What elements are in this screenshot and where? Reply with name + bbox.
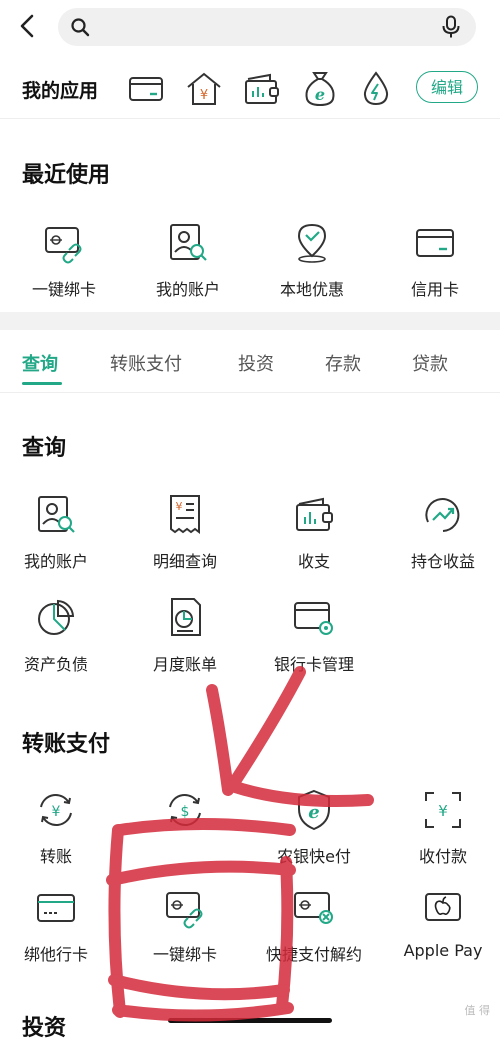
item-label: 我的账户 (155, 280, 220, 299)
recent-section-title: 最近使用 (22, 163, 111, 188)
shield-e-icon: e (298, 789, 330, 831)
svg-text:e: e (315, 85, 325, 104)
svg-text:¥: ¥ (438, 802, 448, 820)
house-yen-icon[interactable]: ¥ (184, 69, 224, 109)
scan-yen-icon: ¥ (425, 792, 461, 828)
wallet-chart-icon (296, 497, 333, 531)
card-dashed-icon (37, 894, 75, 922)
card-link-icon (45, 227, 82, 264)
dollar-cycle-icon: $ (169, 793, 201, 827)
item-label: 农银快e付 (277, 847, 351, 866)
item-label: Apple Pay (403, 941, 483, 960)
item-label: 收付款 (418, 847, 467, 866)
item-label: 绑他行卡 (23, 945, 88, 964)
transfer-item-bind-other-bank-card[interactable]: 绑他行卡 (0, 885, 116, 965)
tab-deposit[interactable]: 存款 (325, 350, 361, 376)
account-search-icon (38, 496, 75, 533)
credit-card-icon (416, 229, 454, 257)
item-label: 我的账户 (23, 552, 88, 571)
account-search-icon (170, 224, 207, 261)
apple-icon (425, 893, 461, 921)
item-label: 银行卡管理 (273, 655, 354, 674)
query-item-details[interactable]: ¥ 明细查询 (125, 492, 245, 572)
home-indicator (168, 1018, 332, 1023)
transfer-item-apple-pay[interactable]: Apple Pay (383, 885, 500, 960)
svg-text:¥: ¥ (200, 88, 208, 103)
divider (0, 118, 500, 119)
red-box-stroke (112, 1002, 294, 1022)
top-bar (0, 0, 500, 56)
money-bag-e-icon[interactable]: e (300, 69, 340, 109)
item-label: 快捷支付解约 (265, 945, 362, 964)
red-arrow-stroke (226, 666, 306, 792)
item-label: 持仓收益 (410, 552, 475, 571)
item-label: 转账 (39, 847, 72, 866)
transfer-item-foreign-transfer[interactable]: $ (125, 787, 245, 843)
query-item-holding-earnings[interactable]: 持仓收益 (383, 492, 500, 572)
query-item-bank-card-management[interactable]: 银行卡管理 (254, 595, 374, 675)
tab-query[interactable]: 查询 (22, 350, 58, 376)
next-section-title-peek: 投资 (22, 1016, 67, 1041)
card-icon[interactable] (126, 69, 166, 109)
back-arrow-icon[interactable] (14, 12, 42, 40)
section-separator (0, 312, 500, 330)
query-item-assets-liabilities[interactable]: 资产负债 (0, 595, 116, 675)
svg-text:$: $ (181, 804, 190, 820)
wallet-chart-icon[interactable] (242, 69, 282, 109)
recent-item-one-click-bind-card[interactable]: 一键绑卡 (4, 220, 124, 300)
transfer-item-receive-pay[interactable]: ¥ 收付款 (383, 787, 500, 867)
tab-transfer-payment[interactable]: 转账支付 (110, 350, 182, 376)
query-item-income-expense[interactable]: 收支 (254, 492, 374, 572)
red-arrow-stroke (206, 684, 234, 796)
red-box-stroke (106, 860, 296, 886)
transfer-item-transfer[interactable]: ¥ 转账 (0, 787, 116, 867)
search-bar[interactable] (58, 8, 476, 48)
recent-item-my-account[interactable]: 我的账户 (128, 220, 248, 300)
bill-chart-icon (171, 598, 201, 636)
water-drop-bolt-icon[interactable] (356, 69, 396, 109)
recent-item-credit-card[interactable]: 信用卡 (375, 220, 495, 300)
item-label: 收支 (297, 552, 330, 571)
item-label: 明细查询 (152, 552, 217, 571)
card-link-icon (166, 892, 203, 929)
tab-investment[interactable]: 投资 (238, 350, 274, 376)
transfer-section-title: 转账支付 (22, 732, 111, 757)
search-icon (71, 18, 90, 37)
microphone-icon[interactable] (440, 15, 462, 39)
query-item-monthly-bill[interactable]: 月度账单 (125, 595, 245, 675)
my-apps-label: 我的应用 (22, 80, 99, 102)
yen-cycle-icon: ¥ (40, 793, 72, 827)
red-box-stroke (108, 974, 290, 1001)
transfer-item-one-click-bind-card[interactable]: 一键绑卡 (125, 885, 245, 965)
card-cancel-icon (294, 892, 333, 924)
item-label: 月度账单 (152, 655, 217, 674)
card-gear-icon (294, 602, 333, 635)
transfer-item-quick-pay-cancel[interactable]: 快捷支付解约 (254, 885, 374, 965)
active-tab-indicator (22, 382, 62, 385)
query-item-my-account[interactable]: 我的账户 (0, 492, 116, 572)
recent-item-local-offers[interactable]: 本地优惠 (252, 220, 372, 300)
item-label: 一键绑卡 (31, 280, 96, 299)
item-label: 信用卡 (410, 280, 459, 299)
item-label: 资产负债 (23, 655, 88, 674)
pie-chart-icon (38, 599, 75, 635)
transfer-item-abc-quick-pay[interactable]: e 农银快e付 (254, 787, 374, 867)
trend-up-icon (425, 498, 460, 532)
edit-button[interactable]: 编辑 (416, 71, 478, 103)
svg-text:¥: ¥ (52, 804, 61, 820)
query-section-title: 查询 (22, 436, 67, 461)
watermark: 值 得 (464, 1004, 491, 1017)
item-label: 一键绑卡 (152, 945, 217, 964)
svg-text:¥: ¥ (176, 500, 183, 513)
item-label: 本地优惠 (279, 280, 344, 299)
tab-loan[interactable]: 贷款 (412, 350, 448, 376)
search-input[interactable] (102, 8, 426, 48)
receipt-yen-icon: ¥ (170, 495, 200, 534)
svg-text:e: e (308, 802, 319, 823)
my-apps-row: 我的应用 ¥ e 编辑 (0, 60, 500, 118)
location-pin-icon (297, 223, 327, 263)
category-tabs: 查询 转账支付 投资 存款 贷款 (0, 340, 500, 393)
